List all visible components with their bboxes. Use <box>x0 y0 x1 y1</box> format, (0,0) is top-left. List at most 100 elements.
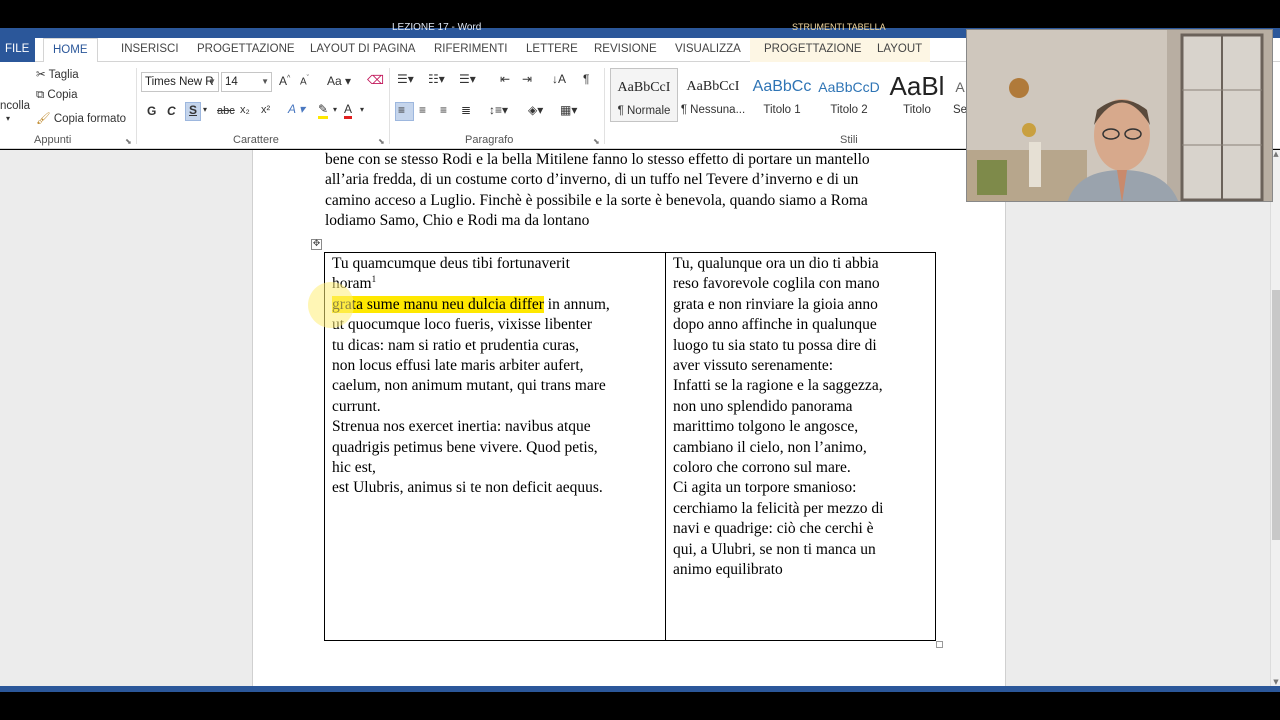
latin-line: horam1 <box>332 274 658 294</box>
chevron-down-icon: ▼ <box>261 77 269 86</box>
tab-design[interactable]: PROGETTAZIONE <box>197 38 295 62</box>
italic-icon[interactable]: C <box>167 104 176 118</box>
style-name: Titolo 2 <box>830 104 868 116</box>
latin-line: grata sume manu neu dulcia differ in ann… <box>332 295 658 315</box>
paste-dropdown-icon[interactable]: ▾ <box>6 114 10 123</box>
italian-line: cerchiamo la felicità per mezzo di <box>673 499 884 517</box>
paragraph-line: bene con se stesso Rodi e la bella Mitil… <box>325 151 870 168</box>
tab-review[interactable]: REVISIONE <box>594 38 657 62</box>
style-preview: A <box>955 79 965 95</box>
shading-icon[interactable]: ◈▾ <box>528 103 543 117</box>
style-no-spacing[interactable]: AaBbCcI ¶ Nessuna... <box>679 68 747 122</box>
sort-icon[interactable]: ↓A <box>552 72 566 86</box>
underline-icon[interactable]: S <box>185 102 201 121</box>
bold-icon[interactable]: G <box>147 104 156 118</box>
screen-bottom-strip <box>0 692 1280 720</box>
style-heading-1[interactable]: AaBbCc Titolo 1 <box>748 68 816 122</box>
copy-button[interactable]: ⧉ Copia <box>36 89 77 102</box>
tab-references[interactable]: RIFERIMENTI <box>434 38 507 62</box>
clear-formatting-icon[interactable]: ⌫ <box>367 73 384 87</box>
style-name: ¶ Nessuna... <box>680 104 746 116</box>
decrease-indent-icon[interactable]: ⇤ <box>500 72 510 86</box>
italian-line: Tu, qualunque ora un dio ti abbia <box>673 255 879 272</box>
context-tab-title: STRUMENTI TABELLA <box>792 22 886 32</box>
table-resize-handle[interactable] <box>936 641 943 648</box>
style-normal[interactable]: AaBbCcI ¶ Normale <box>610 68 678 122</box>
tab-table-layout[interactable]: LAYOUT <box>877 38 922 62</box>
numbering-icon[interactable]: ☷▾ <box>428 72 445 86</box>
increase-indent-icon[interactable]: ⇥ <box>522 72 532 86</box>
table-move-handle-icon[interactable]: ✥ <box>311 239 322 250</box>
clipboard-launcher-icon[interactable]: ⬊ <box>125 137 132 146</box>
tab-page-layout[interactable]: LAYOUT DI PAGINA <box>310 38 415 62</box>
vertical-scrollbar[interactable]: ▲ ▼ <box>1270 150 1280 686</box>
format-painter-button[interactable]: 🖌 Copia formato <box>36 111 126 125</box>
font-size-combo[interactable]: 14 ▼ <box>221 72 272 92</box>
mouse-cursor-highlight <box>308 282 354 328</box>
webcam-overlay <box>966 29 1273 202</box>
borders-icon[interactable]: ▦▾ <box>560 103 577 117</box>
align-right-icon[interactable]: ≡ <box>440 103 447 117</box>
style-preview: AaBbCcI <box>617 80 671 95</box>
font-name-combo[interactable]: Times New R ▼ <box>141 72 219 92</box>
grow-font-icon[interactable]: A^ <box>279 74 290 88</box>
strikethrough-icon[interactable]: abc <box>217 105 235 117</box>
format-painter-label: Copia formato <box>53 113 127 125</box>
italian-line: reso favorevole coglila con mano <box>673 275 880 293</box>
multilevel-list-icon[interactable]: ☰▾ <box>459 72 476 86</box>
style-title[interactable]: AaBl Titolo <box>883 68 951 122</box>
show-marks-icon[interactable]: ¶ <box>583 72 589 86</box>
italian-line: grata e non rinviare la gioia anno <box>673 295 878 313</box>
paste-button-label[interactable]: ncolla <box>0 100 30 112</box>
superscript-icon[interactable]: x² <box>261 104 270 116</box>
latin-cell[interactable]: Tu quamcumque deus tibi fortunaverit hor… <box>324 252 666 641</box>
scroll-down-icon[interactable]: ▼ <box>1271 678 1280 686</box>
italian-cell[interactable]: Tu, qualunque ora un dio ti abbia reso f… <box>665 252 936 641</box>
italian-line: Ci agita un torpore smanioso: <box>673 479 857 497</box>
cut-button[interactable]: ✂ Taglia <box>36 67 79 81</box>
scrollbar-thumb[interactable] <box>1272 290 1280 540</box>
word-window: LEZIONE 17 - Word STRUMENTI TABELLA FILE… <box>0 0 1280 720</box>
style-preview: AaBbCcD <box>818 79 880 95</box>
align-center-icon[interactable]: ≡ <box>419 103 426 117</box>
paragraph-line: all’aria fredda, di un costume corto d’i… <box>325 171 859 189</box>
tab-mailings[interactable]: LETTERE <box>526 38 578 62</box>
font-launcher-icon[interactable]: ⬊ <box>378 137 385 146</box>
document-area: bene con se stesso Rodi e la bella Mitil… <box>0 150 1270 690</box>
copy-icon: ⧉ <box>36 89 45 101</box>
font-color-icon[interactable]: A <box>344 102 353 119</box>
tab-view[interactable]: VISUALIZZA <box>675 38 741 62</box>
group-divider <box>136 68 137 144</box>
underline-dropdown-icon[interactable]: ▾ <box>203 105 207 114</box>
paragraph-launcher-icon[interactable]: ⬊ <box>593 137 600 146</box>
style-preview: AaBl <box>889 71 945 100</box>
text-effects-icon[interactable]: A ▾ <box>288 102 305 116</box>
align-left-icon[interactable]: ≡ <box>398 103 405 117</box>
body-paragraph[interactable]: bene con se stesso Rodi e la bella Mitil… <box>325 150 940 232</box>
line-spacing-icon[interactable]: ↕≡▾ <box>489 103 508 117</box>
style-subtitle[interactable]: A Se <box>953 68 967 122</box>
style-preview: AaBbCcI <box>686 79 740 94</box>
tab-insert[interactable]: INSERISCI <box>121 38 179 62</box>
font-color-dropdown-icon[interactable]: ▾ <box>360 105 364 114</box>
tab-table-design[interactable]: PROGETTAZIONE <box>764 38 862 62</box>
style-name: Se <box>953 104 967 116</box>
tab-home[interactable]: HOME <box>43 38 98 63</box>
chevron-down-icon: ▼ <box>208 77 216 86</box>
shrink-font-icon[interactable]: Aˇ <box>300 75 309 87</box>
document-page[interactable]: bene con se stesso Rodi e la bella Mitil… <box>252 150 1006 690</box>
tab-file[interactable]: FILE <box>0 38 36 62</box>
italian-line: Infatti se la ragione e la saggezza, <box>673 377 883 395</box>
style-heading-2[interactable]: AaBbCcD Titolo 2 <box>815 68 883 122</box>
highlight-color-icon[interactable]: ✎ <box>318 102 329 119</box>
highlight-dropdown-icon[interactable]: ▾ <box>333 105 337 114</box>
footnote-ref[interactable]: 1 <box>372 274 377 284</box>
justify-icon[interactable]: ≣ <box>461 103 471 117</box>
subscript-icon[interactable]: x₂ <box>240 104 250 116</box>
style-preview: AaBbCc <box>752 78 812 95</box>
change-case-icon[interactable]: Aa ▾ <box>327 74 351 88</box>
latin-line: tu dicas: nam si ratio et prudentia cura… <box>332 336 580 354</box>
latin-line-text: in annum, <box>543 295 610 313</box>
bullets-icon[interactable]: ☰▾ <box>397 72 414 86</box>
group-divider <box>389 68 390 144</box>
